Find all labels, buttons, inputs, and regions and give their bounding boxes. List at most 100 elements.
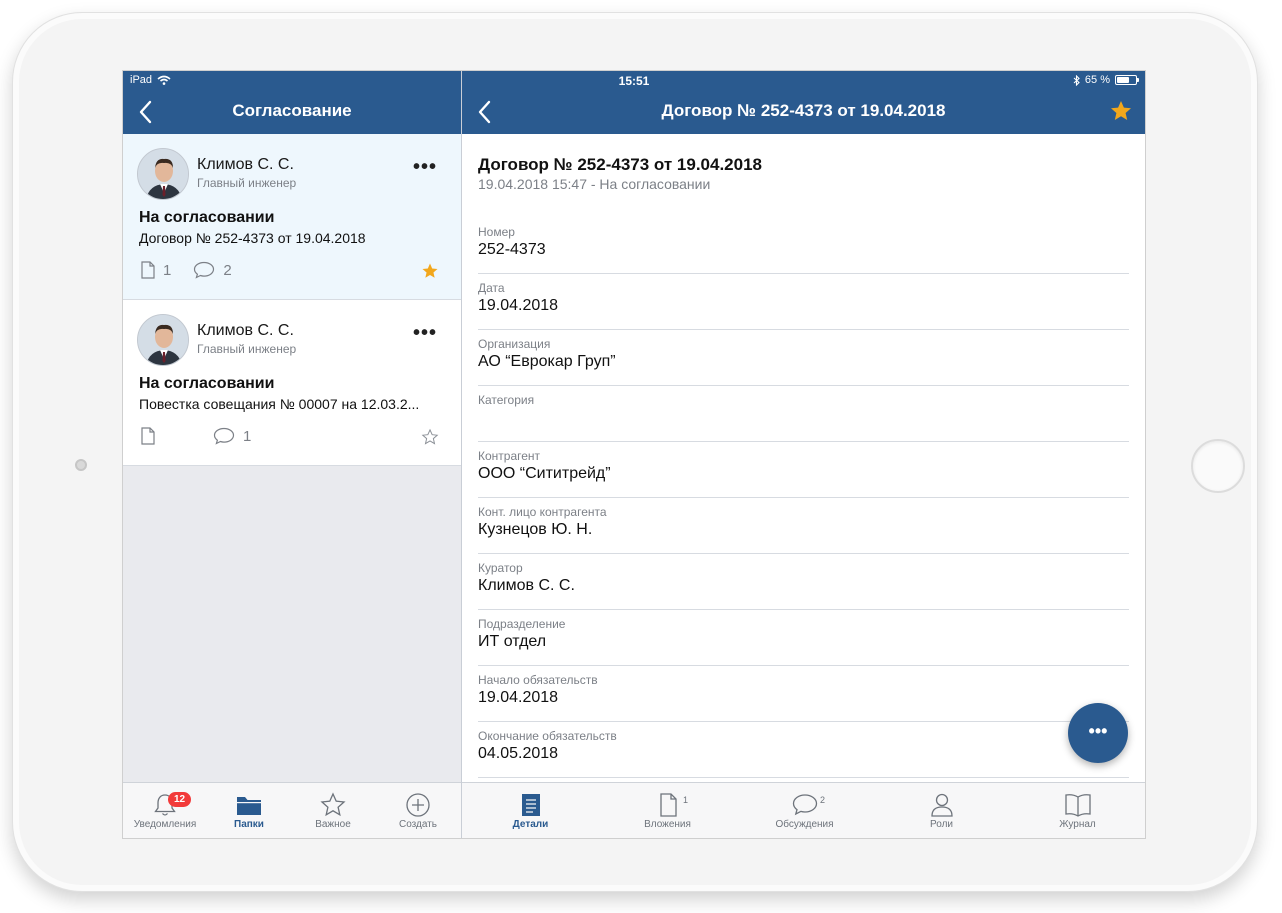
details-tab-bar: Детали 1 Вложения 2 Обсуждения Роли Журн… [462, 782, 1145, 838]
field-label: Конт. лицо контрагента [478, 505, 607, 519]
more-options-button[interactable]: ••• [413, 323, 437, 343]
field-value: ООО “Сититрейд” [478, 465, 611, 482]
comment-icon [194, 261, 215, 279]
tab-label: Детали [512, 819, 549, 830]
person-role: Главный инженер [197, 342, 297, 356]
avatar [137, 148, 189, 200]
field-value: Климов С. С. [478, 577, 575, 594]
item-meta: 1 [141, 427, 265, 445]
field-label: Окончание обязательств [478, 729, 617, 743]
status-right: 65 % [1073, 74, 1139, 86]
field-department: Подразделение ИТ отдел [478, 610, 1129, 666]
field-value: Кузнецов Ю. Н. [478, 521, 593, 538]
tab-folders[interactable]: Папки [207, 783, 291, 838]
star-outline-icon[interactable] [421, 428, 439, 446]
attachments-count: 1 [163, 261, 172, 279]
field-value: 19.04.2018 [478, 689, 559, 706]
tab-label: Обсуждения [775, 819, 834, 830]
field-category: Категория [478, 386, 1129, 442]
list-item[interactable]: Климов С. С. Главный инженер ••• На согл… [123, 134, 461, 300]
tab-attachments[interactable]: 1 Вложения [599, 783, 736, 838]
field-value: ИТ отдел [478, 633, 547, 650]
discussions-count: 2 [820, 795, 826, 805]
book-icon [1064, 794, 1091, 817]
item-document: Договор № 252-4373 от 19.04.2018 [139, 230, 366, 246]
avatar [137, 314, 189, 366]
field-label: Организация [478, 337, 551, 351]
field-value: 04.05.2018 [478, 745, 559, 762]
tab-label: Папки [234, 819, 264, 830]
field-label: Подразделение [478, 617, 566, 631]
document-details: Договор № 252-4373 от 19.04.2018 19.04.2… [462, 134, 1145, 782]
field-label: Куратор [478, 561, 523, 575]
file-icon [141, 261, 155, 279]
list-item[interactable]: Климов С. С. Главный инженер ••• На согл… [123, 300, 461, 466]
tab-label: Вложения [644, 819, 691, 830]
item-meta: 1 2 [141, 261, 246, 279]
field-obligations-end: Окончание обязательств 04.05.2018 [478, 722, 1129, 778]
approval-list: Климов С. С. Главный инженер ••• На согл… [123, 134, 461, 782]
app-screen: iPad 15:51 65 % Согласование Договор № 2… [122, 70, 1146, 839]
battery-fill [1117, 77, 1129, 83]
tab-label: Важное [315, 819, 351, 830]
actions-fab-button[interactable]: ••• [1068, 703, 1128, 763]
battery-icon [1115, 75, 1139, 85]
item-status: На согласовании [139, 375, 275, 392]
tab-label: Создать [398, 819, 437, 830]
right-nav-bar: Договор № 252-4373 от 19.04.2018 [462, 91, 1145, 134]
person-name: Климов С. С. [197, 322, 294, 339]
field-label: Начало обязательств [478, 673, 598, 687]
right-nav-title: Договор № 252-4373 от 19.04.2018 [661, 101, 946, 120]
tab-roles[interactable]: Роли [873, 783, 1010, 838]
document-subtitle: 19.04.2018 15:47 - На согласовании [478, 176, 711, 192]
plus-circle-icon [406, 793, 430, 817]
field-obligations-start: Начало обязательств 19.04.2018 [478, 666, 1129, 722]
tab-create[interactable]: Создать [375, 783, 461, 838]
tab-label: Уведомления [133, 819, 197, 830]
folder-icon [237, 797, 261, 815]
field-label: Категория [478, 393, 535, 407]
field-date: Дата 19.04.2018 [478, 274, 1129, 330]
battery-percent: 65 % [1084, 74, 1110, 86]
left-nav-title: Согласование [232, 101, 352, 120]
favorite-star-icon[interactable] [1109, 99, 1133, 123]
field-label: Номер [478, 225, 515, 239]
tab-discussions[interactable]: 2 Обсуждения [736, 783, 873, 838]
star-outline-icon [320, 792, 346, 817]
notifications-badge: 12 [168, 792, 192, 807]
field-value: АО “Еврокар Груп” [478, 353, 616, 370]
file-icon [141, 427, 155, 445]
field-value: 19.04.2018 [478, 297, 559, 314]
field-label: Контрагент [478, 449, 541, 463]
pane-divider [461, 71, 462, 838]
tab-label: Роли [930, 819, 953, 830]
field-number: Номер 252-4373 [478, 218, 1129, 274]
status-time: 15:51 [618, 74, 650, 88]
tab-journal[interactable]: Журнал [1010, 783, 1145, 838]
home-button[interactable] [1191, 439, 1245, 493]
more-options-button[interactable]: ••• [413, 157, 437, 177]
field-counterparty: Контрагент ООО “Сититрейд” [478, 442, 1129, 498]
top-bar: iPad 15:51 65 % Согласование Договор № 2… [123, 71, 1145, 134]
tab-label: Журнал [1059, 819, 1096, 830]
field-curator: Куратор Климов С. С. [478, 554, 1129, 610]
left-tab-bar: 12 Уведомления Папки Важное Создать [123, 782, 461, 838]
tab-important[interactable]: Важное [291, 783, 375, 838]
comments-count: 2 [223, 261, 232, 279]
person-role: Главный инженер [197, 176, 297, 190]
star-filled-icon[interactable] [421, 262, 439, 280]
field-organization: Организация АО “Еврокар Груп” [478, 330, 1129, 386]
item-status: На согласовании [139, 209, 275, 226]
tab-notifications[interactable]: 12 Уведомления [123, 783, 207, 838]
comment-icon [792, 794, 817, 816]
comments-count: 1 [243, 427, 252, 445]
comment-icon [213, 427, 235, 445]
field-label: Дата [478, 281, 505, 295]
field-value: 252-4373 [478, 241, 546, 258]
camera [75, 459, 87, 471]
person-icon [930, 793, 953, 817]
left-nav-bar: Согласование [123, 91, 461, 134]
person-name: Климов С. С. [197, 156, 294, 173]
field-contact-person: Конт. лицо контрагента Кузнецов Ю. Н. [478, 498, 1129, 554]
tab-details[interactable]: Детали [462, 783, 599, 838]
